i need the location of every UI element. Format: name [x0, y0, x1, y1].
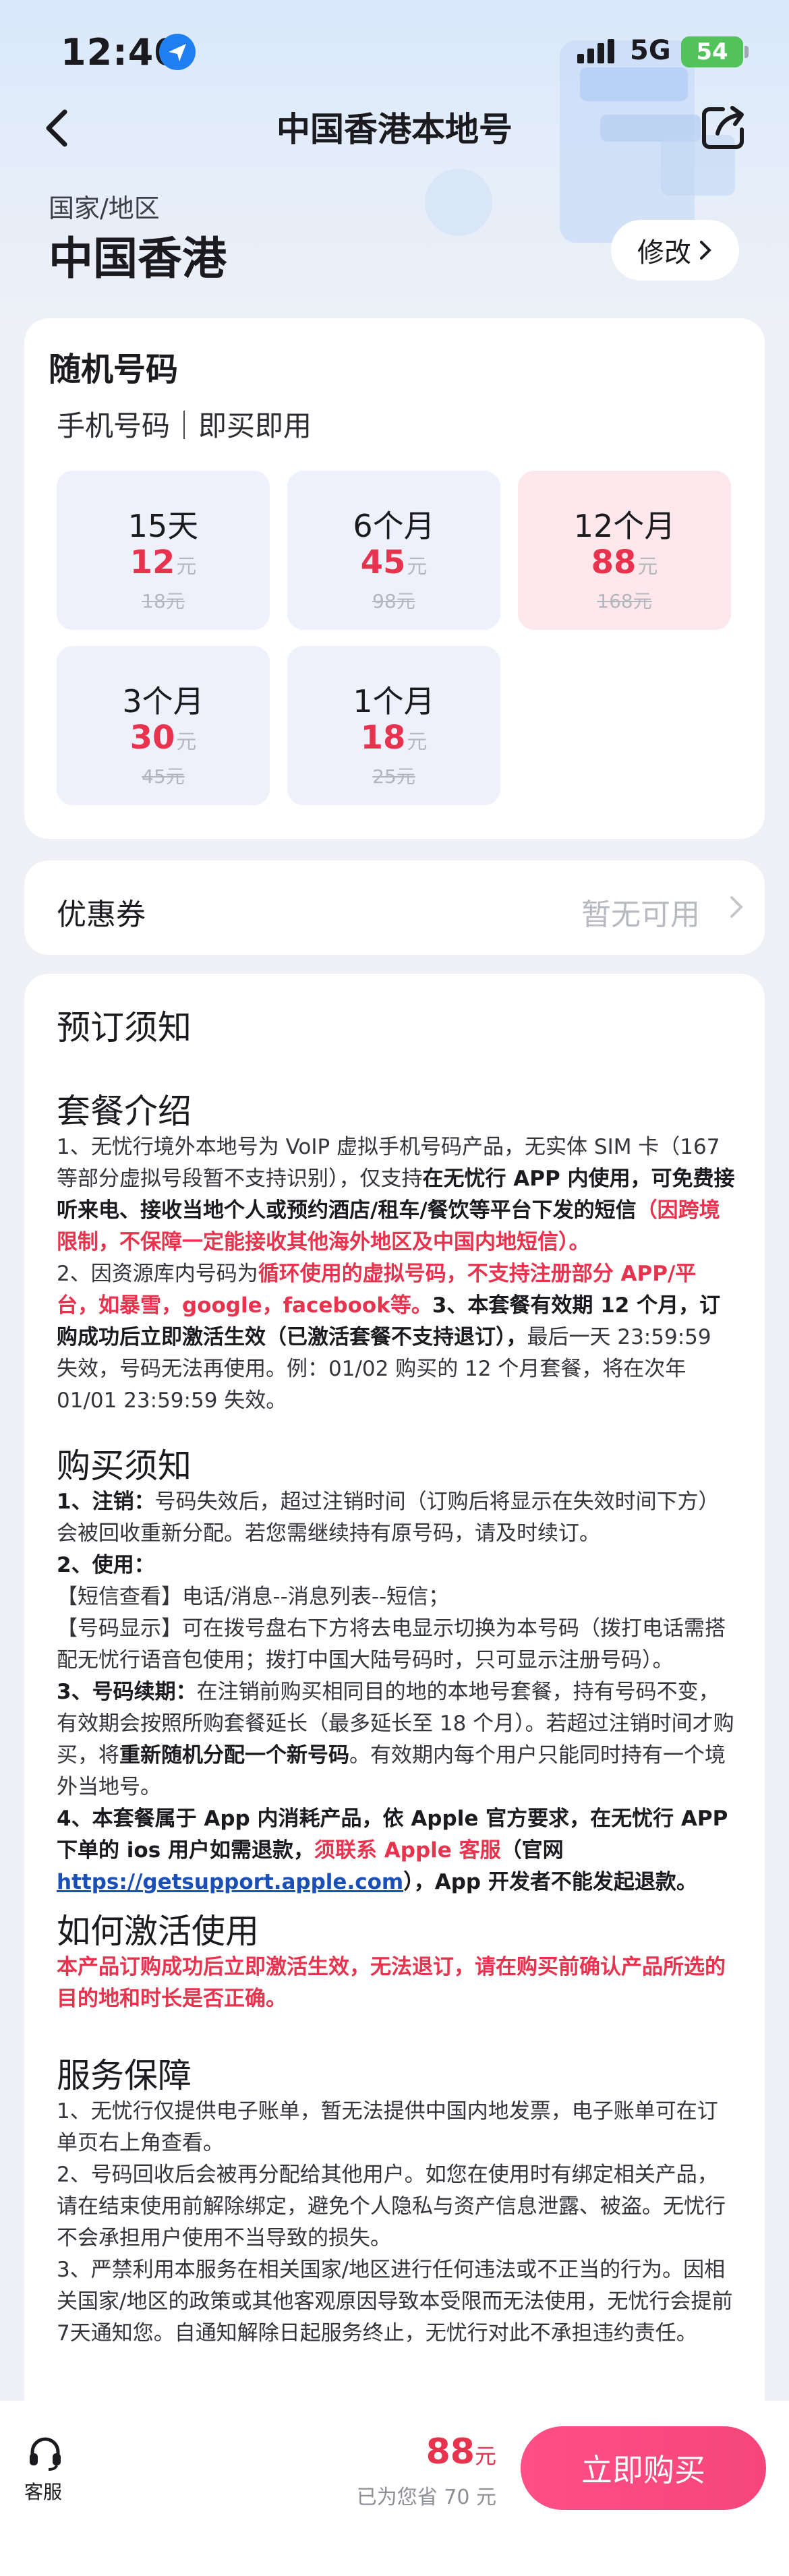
buy-now-button[interactable]: 立即购买 — [521, 2426, 766, 2510]
plan-original-price: 98元 — [372, 590, 415, 612]
service-guarantee-title: 服务保障 — [57, 2056, 192, 2095]
total-price: 88元 — [426, 2432, 496, 2472]
chevron-right-icon — [700, 241, 711, 260]
service-guarantee-text: 1、无忧行仅提供电子账单，暂无法提供中国内地发票，电子账单可在订单页右上角查看。… — [57, 2099, 733, 2345]
battery-icon — [744, 46, 749, 58]
apple-support-link[interactable]: https://getsupport.apple.com — [57, 1870, 403, 1894]
plan-option-6m[interactable]: 6个月 45元 98元 — [287, 471, 500, 630]
package-intro-title: 套餐介绍 — [57, 1092, 192, 1131]
signal-icon — [577, 39, 614, 63]
plans-subtitle: 手机号码｜即买即用 — [57, 409, 312, 442]
coupon-label: 优惠券 — [57, 898, 146, 932]
plan-price: 12元 — [129, 544, 197, 581]
plan-option-12m[interactable]: 12个月 88元 168元 — [518, 471, 731, 630]
coupon-row[interactable]: 优惠券 暂无可用 — [24, 860, 765, 955]
region-value: 中国香港 — [49, 233, 227, 285]
plan-original-price: 168元 — [597, 590, 652, 612]
edit-region-label: 修改 — [637, 237, 691, 268]
coupon-value: 暂无可用 — [581, 898, 700, 932]
plan-duration: 3个月 — [122, 683, 204, 720]
status-bar: 12:40 5G 54 — [0, 0, 789, 101]
plan-option-3m[interactable]: 3个月 30元 45元 — [57, 646, 270, 805]
activation-title: 如何激活使用 — [57, 1912, 259, 1951]
plan-original-price: 45元 — [142, 765, 185, 788]
plan-price: 18元 — [360, 719, 428, 757]
plan-original-price: 18元 — [142, 590, 185, 612]
customer-service-label[interactable]: 客服 — [24, 2478, 62, 2505]
plan-price: 30元 — [129, 719, 197, 757]
region-label: 国家/地区 — [49, 194, 160, 223]
plan-duration: 15天 — [127, 508, 199, 544]
plan-option-1m[interactable]: 1个月 18元 25元 — [287, 646, 500, 805]
chevron-right-icon — [730, 896, 743, 918]
share-icon[interactable] — [699, 101, 750, 152]
purchase-notes-text: 1、注销：号码失效后，超过注销时间（订购后将显示在失效时间下方）会被回收重新分配… — [57, 1490, 734, 1894]
plans-title: 随机号码 — [49, 351, 179, 388]
bottom-bar: 客服 88元 已为您省 70 元 立即购买 — [0, 2401, 789, 2576]
plan-duration: 1个月 — [353, 683, 435, 720]
battery-level: 54 — [681, 36, 743, 67]
plans-card: 随机号码 手机号码｜即买即用 15天 12元 18元 6个月 45元 98元 1… — [24, 318, 765, 839]
saved-amount: 已为您省 70 元 — [356, 2486, 496, 2509]
activation-text: 本产品订购成功后立即激活生效，无法退订，请在购买前确认产品所选的目的地和时长是否… — [57, 1955, 726, 2011]
headset-icon[interactable] — [26, 2433, 65, 2472]
booking-notes-card: 预订须知 套餐介绍 1、无忧行境外本地号为 VoIP 虚拟手机号码产品，无实体 … — [24, 974, 765, 2417]
purchase-notes-title: 购买须知 — [57, 1446, 192, 1486]
plan-price: 45元 — [360, 544, 428, 581]
plan-option-15d[interactable]: 15天 12元 18元 — [57, 471, 270, 630]
edit-region-button[interactable]: 修改 — [611, 220, 739, 281]
network-type: 5G — [630, 35, 671, 66]
plan-duration: 12个月 — [573, 508, 676, 544]
page-title: 中国香港本地号 — [276, 110, 513, 149]
plan-original-price: 25元 — [372, 765, 415, 788]
notes-title: 预订须知 — [57, 1008, 192, 1047]
package-intro-text: 1、无忧行境外本地号为 VoIP 虚拟手机号码产品，无实体 SIM 卡（167等… — [57, 1135, 735, 1413]
location-arrow-icon — [159, 34, 196, 70]
plan-duration: 6个月 — [353, 508, 435, 544]
plan-price: 88元 — [591, 544, 658, 581]
